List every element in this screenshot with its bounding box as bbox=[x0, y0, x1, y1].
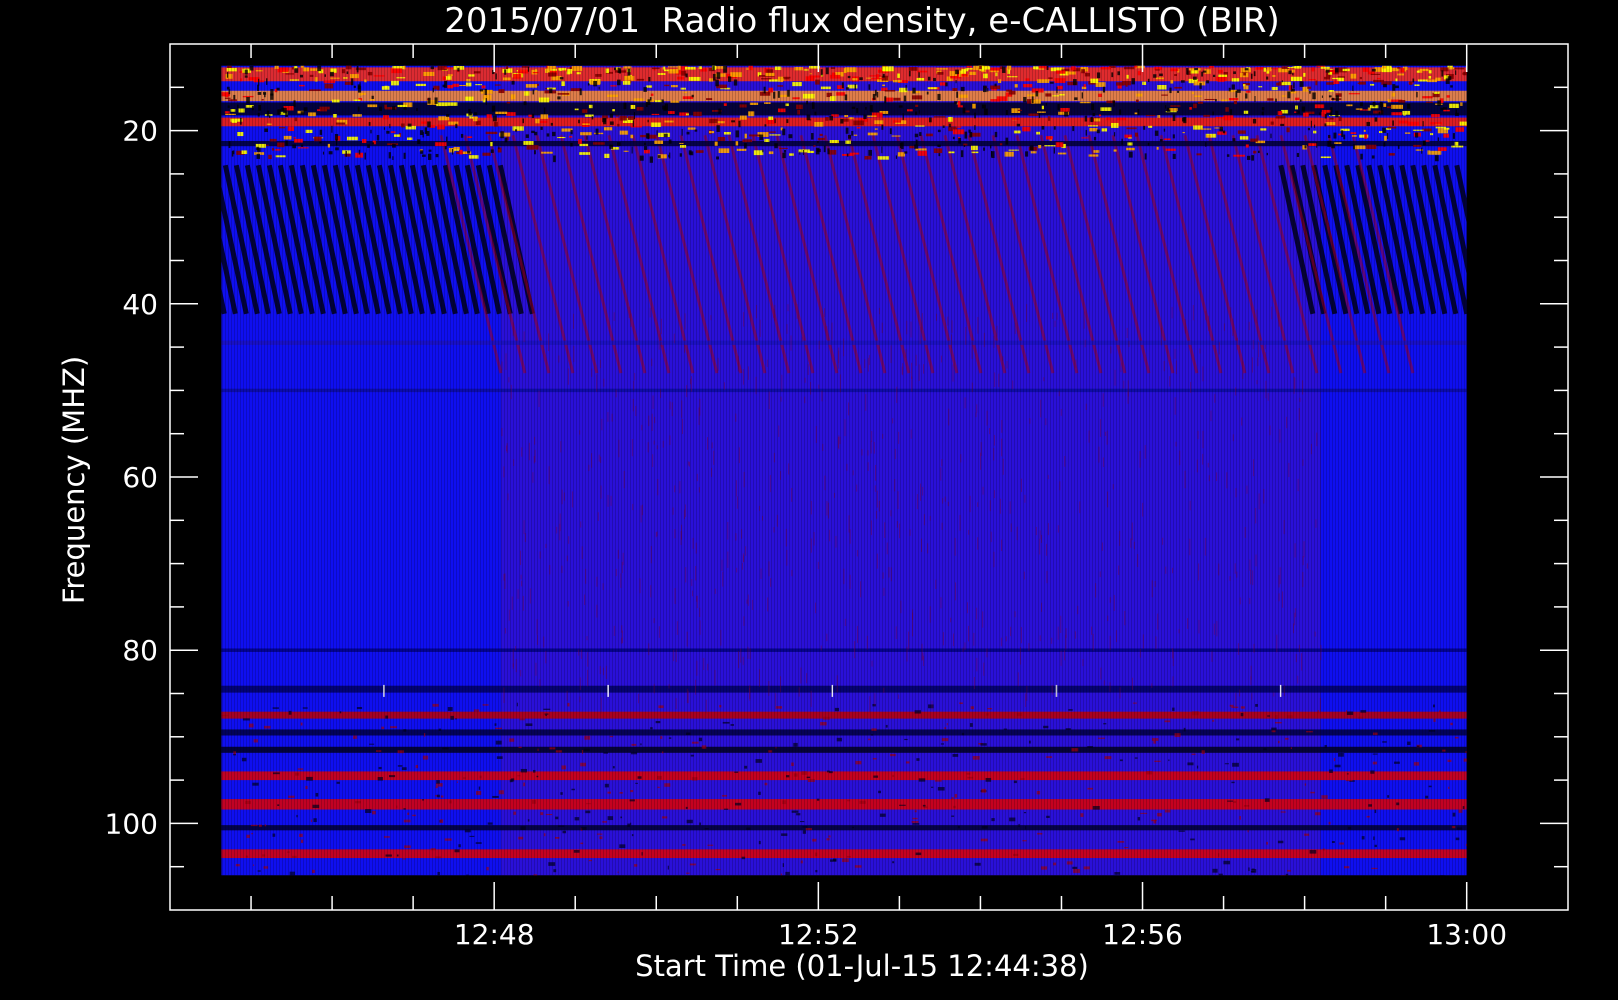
vertical-stripe-overlay bbox=[221, 65, 1467, 876]
x-tick-label: 12:52 bbox=[778, 918, 859, 951]
x-tick-label: 12:48 bbox=[454, 918, 535, 951]
y-tick-label: 100 bbox=[105, 807, 158, 840]
y-tick-label: 20 bbox=[122, 115, 158, 148]
y-tick-label: 40 bbox=[122, 288, 158, 321]
spectrogram-image bbox=[221, 65, 1467, 876]
spectrogram-figure: 2015/07/01 Radio flux density, e-CALLIST… bbox=[0, 0, 1618, 1000]
y-tick-label: 80 bbox=[122, 634, 158, 667]
x-axis-label: Start Time (01-Jul-15 12:44:38) bbox=[635, 949, 1089, 983]
chart-title: 2015/07/01 Radio flux density, e-CALLIST… bbox=[444, 1, 1280, 41]
x-tick-label: 13:00 bbox=[1426, 918, 1507, 951]
y-tick-label: 60 bbox=[122, 461, 158, 494]
x-tick-label: 12:56 bbox=[1102, 918, 1183, 951]
y-axis-label: Frequency (MHZ) bbox=[57, 356, 91, 604]
